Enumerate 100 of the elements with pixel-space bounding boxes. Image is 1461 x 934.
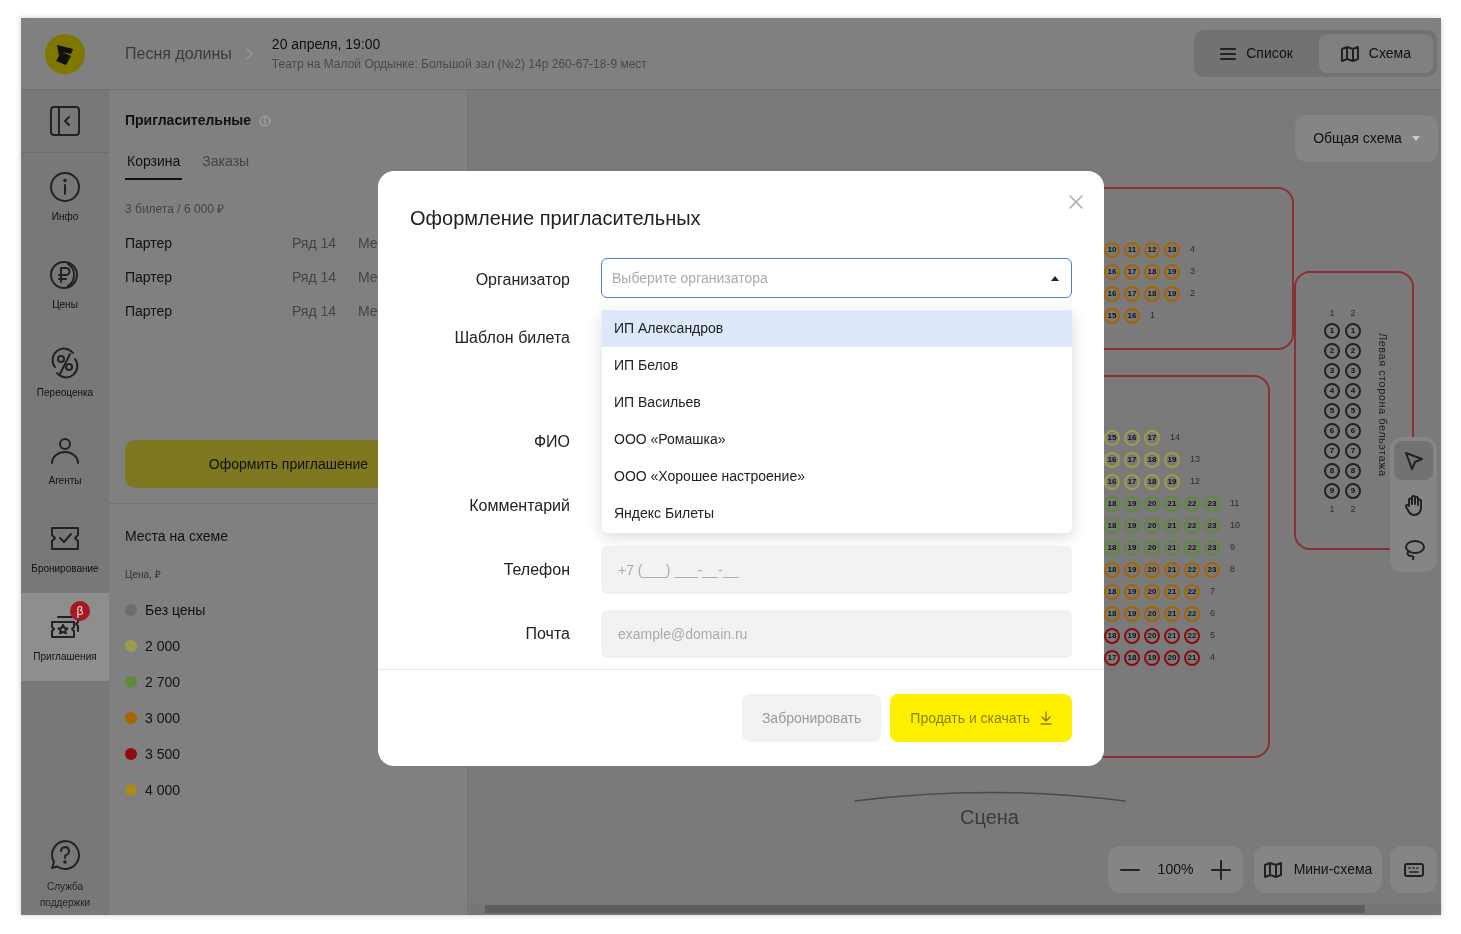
seat[interactable]: 18 [1144, 474, 1160, 490]
seat[interactable]: 19 [1124, 562, 1140, 578]
seat[interactable]: 21 [1164, 540, 1180, 556]
sidebar-item[interactable]: Бронирование [21, 505, 109, 593]
seat[interactable]: 20 [1144, 518, 1160, 534]
keyboard-button[interactable] [1390, 846, 1437, 893]
seat[interactable]: 22 [1184, 584, 1200, 600]
seat[interactable]: 21 [1164, 496, 1180, 512]
view-tab[interactable]: Список [1198, 34, 1315, 73]
support-link[interactable]: Служба поддержки [25, 879, 105, 911]
view-tab[interactable]: Схема [1318, 34, 1433, 73]
scheme-dropdown[interactable]: Общая схема [1295, 115, 1438, 162]
seat[interactable]: 23 [1204, 540, 1220, 556]
seat[interactable]: 23 [1204, 562, 1220, 578]
seat[interactable]: 1 [1324, 323, 1340, 339]
sidebar-item[interactable]: β Приглашения [21, 593, 109, 681]
sidebar-item[interactable]: Агенты [21, 417, 109, 505]
seat[interactable]: 20 [1144, 540, 1160, 556]
input-field[interactable]: example@domain.ru [601, 610, 1072, 658]
seat[interactable]: 19 [1124, 496, 1140, 512]
seat[interactable]: 17 [1124, 264, 1140, 280]
seat[interactable]: 16 [1124, 308, 1140, 324]
seat[interactable]: 20 [1144, 562, 1160, 578]
seat[interactable]: 19 [1124, 584, 1140, 600]
seat[interactable]: 18 [1144, 286, 1160, 302]
seat[interactable]: 21 [1164, 628, 1180, 644]
seat[interactable]: 19 [1124, 628, 1140, 644]
seat[interactable]: 7 [1345, 443, 1361, 459]
seat[interactable]: 7 [1324, 443, 1340, 459]
seat[interactable]: 22 [1184, 562, 1200, 578]
sidebar-item[interactable]: Инфо [21, 153, 109, 241]
organizer-select[interactable]: Выберите организатора [601, 258, 1072, 298]
seat[interactable]: 18 [1144, 264, 1160, 280]
breadcrumb-link[interactable]: Песня долины [125, 41, 232, 66]
seat[interactable]: 22 [1184, 496, 1200, 512]
seat[interactable]: 19 [1164, 474, 1180, 490]
seat[interactable]: 17 [1144, 430, 1160, 446]
seat[interactable]: 21 [1164, 584, 1180, 600]
seat[interactable]: 9 [1324, 483, 1340, 499]
tool-button[interactable] [1394, 441, 1433, 480]
seat[interactable]: 17 [1124, 452, 1140, 468]
seat[interactable]: 12 [1144, 242, 1160, 258]
dropdown-option[interactable]: ИП Васильев [602, 384, 1072, 421]
seat[interactable]: 16 [1124, 430, 1140, 446]
seat[interactable]: 8 [1345, 463, 1361, 479]
seat[interactable]: 19 [1164, 264, 1180, 280]
help-icon[interactable] [49, 839, 81, 871]
seat[interactable]: 19 [1124, 518, 1140, 534]
seat[interactable]: 2 [1345, 343, 1361, 359]
sidebar-item[interactable]: Переоценка [21, 329, 109, 417]
dropdown-option[interactable]: Яндекс Билеты [602, 495, 1072, 532]
seat[interactable]: 18 [1144, 452, 1160, 468]
seat[interactable]: 9 [1345, 483, 1361, 499]
seat[interactable]: 4 [1345, 383, 1361, 399]
scrollbar-thumb[interactable] [485, 905, 1365, 913]
seat[interactable]: 22 [1184, 518, 1200, 534]
seat[interactable]: 20 [1144, 584, 1160, 600]
horizontal-scrollbar[interactable] [470, 903, 1441, 915]
seat[interactable]: 4 [1324, 383, 1340, 399]
dropdown-option[interactable]: ИП Александров [602, 310, 1072, 347]
input-field[interactable]: +7 (___) ___-__-__ [601, 546, 1072, 594]
seat[interactable]: 13 [1164, 242, 1180, 258]
dropdown-option[interactable]: ИП Белов [602, 347, 1072, 384]
seat[interactable]: 21 [1164, 562, 1180, 578]
seat[interactable]: 19 [1124, 540, 1140, 556]
seat[interactable]: 6 [1345, 423, 1361, 439]
tab[interactable]: Корзина [125, 151, 183, 180]
seat[interactable]: 21 [1184, 650, 1200, 666]
seat[interactable]: 21 [1164, 518, 1180, 534]
seat[interactable]: 19 [1124, 606, 1140, 622]
seat[interactable]: 18 [1124, 650, 1140, 666]
seat[interactable]: 21 [1164, 606, 1180, 622]
seat[interactable]: 22 [1184, 628, 1200, 644]
seat[interactable]: 11 [1124, 242, 1140, 258]
seat[interactable]: 20 [1144, 606, 1160, 622]
seat[interactable]: 3 [1345, 363, 1361, 379]
seat[interactable]: 6 [1324, 423, 1340, 439]
seat[interactable]: 22 [1184, 606, 1200, 622]
collapse-panel-icon[interactable] [50, 106, 80, 136]
seat[interactable]: 22 [1184, 540, 1200, 556]
seat[interactable]: 5 [1324, 403, 1340, 419]
seat[interactable]: 19 [1164, 452, 1180, 468]
seat[interactable]: 23 [1204, 518, 1220, 534]
tab[interactable]: Заказы [200, 151, 252, 180]
seat[interactable]: 5 [1345, 403, 1361, 419]
seat[interactable]: 19 [1144, 650, 1160, 666]
seat[interactable]: 23 [1204, 496, 1220, 512]
minimap-button[interactable]: Мини-схема [1254, 846, 1382, 893]
seat[interactable]: 20 [1144, 628, 1160, 644]
seat[interactable]: 8 [1324, 463, 1340, 479]
seat[interactable]: 17 [1124, 286, 1140, 302]
seat[interactable]: 20 [1144, 496, 1160, 512]
dropdown-option[interactable]: ООО «Хорошее настроение» [602, 458, 1072, 495]
seat[interactable]: 3 [1324, 363, 1340, 379]
seat[interactable]: 20 [1164, 650, 1180, 666]
seat[interactable]: 2 [1324, 343, 1340, 359]
seat[interactable]: 1 [1345, 323, 1361, 339]
seat[interactable]: 17 [1124, 474, 1140, 490]
seat[interactable]: 19 [1164, 286, 1180, 302]
zoom-in-button[interactable] [1211, 857, 1231, 882]
